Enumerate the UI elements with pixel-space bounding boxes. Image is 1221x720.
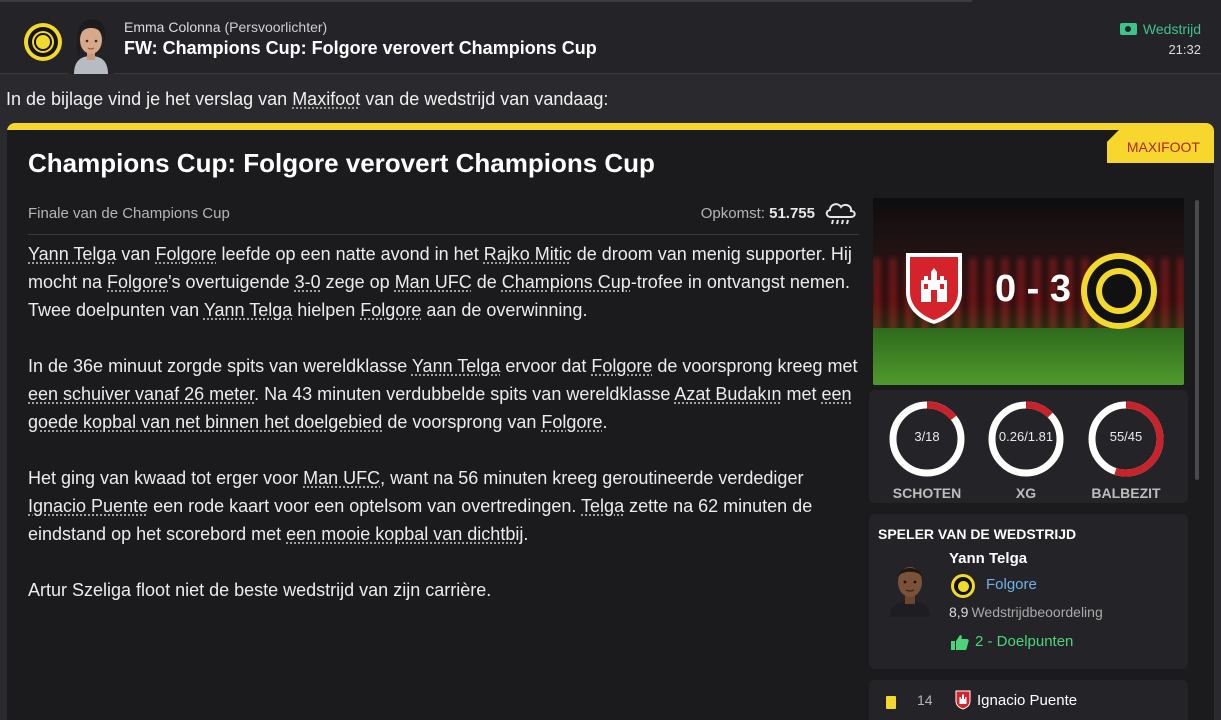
sender-avatar[interactable] bbox=[68, 14, 114, 74]
event-player[interactable]: Ignacio Puente bbox=[977, 692, 1077, 709]
competition-link[interactable]: Champions Cup bbox=[502, 272, 631, 292]
castle-shield-icon[interactable] bbox=[903, 250, 965, 326]
message-subject: FW: Champions Cup: Folgore verovert Cham… bbox=[124, 38, 597, 58]
stat-xg[interactable]: 0.26/1.81 XG bbox=[986, 399, 1066, 501]
competition-label: Finale van de Champions Cup bbox=[28, 205, 230, 222]
intro-before: In de bijlage vind je het verslag van bbox=[6, 89, 293, 109]
club-crest-icon[interactable] bbox=[24, 23, 62, 61]
ticket-icon bbox=[1119, 23, 1137, 35]
article-body: Yann Telga van Folgore leefde op een nat… bbox=[28, 240, 863, 632]
club-link[interactable]: Folgore bbox=[541, 412, 602, 432]
match-score: 0 - 3 bbox=[994, 268, 1072, 310]
goal-link[interactable]: een mooie kopbal van dichtbij bbox=[286, 524, 523, 544]
score-link[interactable]: 3-0 bbox=[295, 272, 321, 292]
potm-goals-label: 2 - Doelpunten bbox=[975, 633, 1074, 650]
attendance-value: 51.755 bbox=[769, 205, 815, 222]
event-minute: 14 bbox=[917, 692, 933, 708]
stat-label: BALBEZIT bbox=[1091, 485, 1161, 501]
player-link[interactable]: Ignacio Puente bbox=[28, 496, 148, 516]
intro-after: van de wedstrijd van vandaag: bbox=[360, 89, 609, 109]
stadium-link[interactable]: Rajko Mitic bbox=[484, 244, 572, 264]
club-link[interactable]: Folgore bbox=[107, 272, 168, 292]
player-link[interactable]: Telga bbox=[581, 496, 624, 516]
club-link[interactable]: Man UFC bbox=[303, 468, 380, 488]
source-link[interactable]: Maxifoot bbox=[292, 89, 360, 109]
article-top-bar bbox=[7, 123, 1214, 130]
club-link[interactable]: Folgore bbox=[155, 244, 216, 264]
sender-role: (Persvoorlichter) bbox=[224, 19, 328, 35]
sender-line[interactable]: Emma Colonna (Persvoorlichter) bbox=[124, 19, 327, 35]
stat-value: 55/45 bbox=[1109, 429, 1143, 444]
match-stats: 3/18 SCHOTEN 0.26/1.81 XG 55/45 BALBEZIT bbox=[869, 390, 1188, 503]
stat-label: XG bbox=[1015, 485, 1037, 501]
category-tag[interactable]: Wedstrijd bbox=[1119, 21, 1201, 37]
scrollbar[interactable] bbox=[1195, 200, 1199, 480]
stat-possession[interactable]: 55/45 BALBEZIT bbox=[1086, 399, 1166, 501]
club-link[interactable]: Folgore bbox=[360, 300, 421, 320]
article-card: MAXIFOOT Champions Cup: Folgore verovert… bbox=[7, 123, 1214, 720]
match-score-image[interactable]: 0 - 3 bbox=[873, 198, 1184, 385]
football-crest-icon[interactable] bbox=[1081, 253, 1157, 329]
stat-shots[interactable]: 3/18 SCHOTEN bbox=[887, 399, 967, 501]
intro-text: In de bijlage vind je het verslag van Ma… bbox=[6, 89, 608, 110]
message-time: 21:32 bbox=[1168, 42, 1201, 57]
stat-label: SCHOTEN bbox=[892, 485, 962, 501]
player-link[interactable]: Yann Telga bbox=[412, 356, 500, 376]
match-event-row[interactable]: 14 Ignacio Puente bbox=[869, 680, 1188, 720]
rain-cloud-icon bbox=[825, 203, 856, 225]
attendance: Opkomst: 51.755 bbox=[701, 205, 815, 222]
article-paragraph: In de 36e minuut zorgde spits van wereld… bbox=[28, 356, 858, 432]
source-tab: MAXIFOOT bbox=[1106, 130, 1214, 163]
pitch-backdrop bbox=[873, 328, 1184, 385]
potm-club[interactable]: Folgore bbox=[986, 576, 1037, 593]
castle-shield-icon bbox=[955, 690, 971, 710]
article-meta: Finale van de Champions Cup Opkomst: 51.… bbox=[28, 199, 859, 235]
attendance-label: Opkomst: bbox=[700, 205, 765, 222]
club-crest-icon[interactable] bbox=[951, 574, 975, 598]
player-avatar[interactable] bbox=[886, 555, 934, 617]
player-link[interactable]: Azat Budakın bbox=[674, 384, 781, 404]
potm-name[interactable]: Yann Telga bbox=[949, 550, 1027, 567]
category-tag-label: Wedstrijd bbox=[1142, 21, 1201, 37]
club-link[interactable]: Man UFC bbox=[395, 272, 472, 292]
article-paragraph: Artur Szeliga floot niet de beste wedstr… bbox=[28, 580, 492, 600]
stat-value: 3/18 bbox=[914, 429, 940, 444]
sender-name[interactable]: Emma Colonna bbox=[124, 19, 221, 35]
article-paragraph: Yann Telga van Folgore leefde op een nat… bbox=[28, 244, 852, 320]
potm-rating-label: Wedstrijdbeoordeling bbox=[971, 604, 1103, 620]
player-of-the-match: SPELER VAN DE WEDSTRIJD Yann Telga Folgo… bbox=[869, 514, 1188, 669]
message-header: Emma Colonna (Persvoorlichter) FW: Champi… bbox=[0, 0, 1221, 74]
thumbs-up-icon bbox=[951, 634, 969, 650]
potm-heading: SPELER VAN DE WEDSTRIJD bbox=[878, 526, 1077, 542]
goal-link[interactable]: een schuiver vanaf 26 meter bbox=[28, 384, 254, 404]
article-paragraph: Het ging van kwaad tot erger voor Man UF… bbox=[28, 468, 813, 544]
header-divider bbox=[0, 0, 972, 2]
article-title: Champions Cup: Folgore verovert Champion… bbox=[28, 148, 655, 178]
player-link[interactable]: Yann Telga bbox=[204, 300, 292, 320]
potm-rating-value: 8,9 bbox=[949, 604, 969, 620]
player-link[interactable]: Yann Telga bbox=[28, 244, 116, 264]
yellow-card-icon bbox=[886, 696, 896, 709]
club-link[interactable]: Folgore bbox=[591, 356, 652, 376]
potm-goals: 2 - Doelpunten bbox=[951, 633, 1073, 650]
potm-rating: 8,9 Wedstrijdbeoordeling bbox=[949, 604, 1103, 620]
stat-value: 0.26/1.81 bbox=[998, 429, 1054, 444]
